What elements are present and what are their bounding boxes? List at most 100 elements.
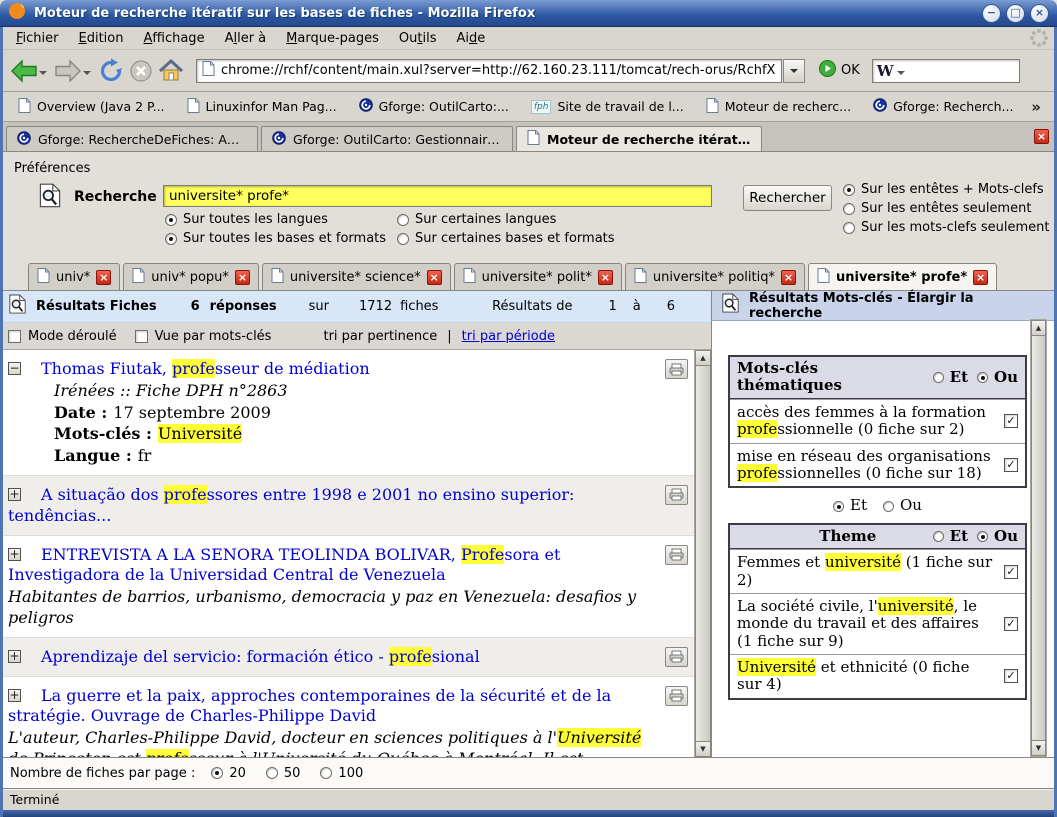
close-button[interactable]: ×	[1030, 4, 1049, 23]
query-tab[interactable]: universite* science*×	[262, 263, 451, 290]
search-engine-dropdown-icon[interactable]	[897, 71, 905, 79]
connector-ou-radio[interactable]: Ou	[883, 497, 922, 514]
scroll-thumb[interactable]	[695, 366, 711, 741]
scroll-down-icon[interactable]: ▼	[1031, 740, 1046, 756]
browser-tab[interactable]: Gforge: OutilCarto: Gestionnaire ...	[261, 126, 513, 151]
close-tab-icon[interactable]: ×	[973, 270, 988, 285]
reload-button[interactable]	[96, 54, 126, 88]
per-page-option[interactable]: 50	[266, 766, 301, 781]
scroll-up-icon[interactable]: ▲	[1031, 320, 1046, 336]
close-tab-button[interactable]: ×	[1034, 129, 1049, 144]
search-submit-button[interactable]: Rechercher	[743, 185, 832, 211]
back-button[interactable]	[8, 54, 52, 88]
close-tab-icon[interactable]: ×	[96, 270, 111, 285]
target-radio-option[interactable]: Sur les entêtes seulement	[843, 201, 1050, 216]
result-title-link[interactable]: La guerre et la paix, approches contempo…	[8, 686, 611, 726]
maximize-button[interactable]: □	[1006, 4, 1025, 23]
result-title-link[interactable]: ENTREVISTA A LA SENORA TEOLINDA BOLIVAR,…	[8, 545, 560, 585]
preferences-menu[interactable]: Préférences	[14, 161, 90, 176]
expand-icon[interactable]: +	[8, 689, 21, 702]
keywords-header: Résultats Mots-clés - Élargir la recherc…	[712, 291, 1057, 321]
go-label[interactable]: OK	[841, 63, 860, 78]
bookmark-item[interactable]: Linuxinfor Man Pag...	[179, 95, 345, 119]
target-radio-option[interactable]: Sur les mots-clefs seulement	[843, 220, 1050, 235]
print-button[interactable]	[665, 485, 688, 505]
print-button[interactable]	[665, 545, 688, 565]
scope-radio-option[interactable]: Sur certaines bases et formats	[397, 231, 615, 246]
forward-button[interactable]	[52, 54, 96, 88]
scope-radio-option[interactable]: Sur toutes les bases et formats	[165, 231, 397, 246]
web-search-input[interactable]: W	[872, 59, 1020, 83]
result-title-link[interactable]: Aprendizaje del servicio: formación étic…	[41, 647, 480, 666]
target-radio-option[interactable]: Sur les entêtes + Mots-clefs	[843, 182, 1050, 197]
collapse-icon[interactable]: −	[8, 362, 21, 375]
per-page-option[interactable]: 100	[320, 766, 363, 781]
print-button[interactable]	[665, 686, 688, 706]
result-title-link[interactable]: Thomas Fiutak, professeur de médiation	[41, 359, 370, 378]
menu-fichier[interactable]: Fichier	[6, 29, 69, 48]
keyword-checkbox[interactable]: ✓	[1004, 669, 1018, 683]
text-segment: de Princeton est	[8, 749, 146, 757]
search-engine-icon[interactable]: W	[877, 62, 894, 80]
menu-aide[interactable]: Aide	[446, 29, 495, 48]
keyword-checkbox[interactable]: ✓	[1004, 565, 1018, 579]
bookmark-item[interactable]: Overview (Java 2 P...	[10, 95, 173, 119]
vue-mots-cles-checkbox[interactable]	[135, 330, 148, 343]
keyword-checkbox[interactable]: ✓	[1004, 458, 1018, 472]
print-button[interactable]	[665, 359, 688, 379]
query-tab[interactable]: universite* polit*×	[454, 263, 622, 290]
menu-outils[interactable]: Outils	[389, 29, 447, 48]
box-ou-radio[interactable]: Ou	[977, 528, 1018, 545]
minimize-button[interactable]: −	[982, 4, 1001, 23]
expand-icon[interactable]: +	[8, 488, 21, 501]
back-dropdown-icon[interactable]	[39, 71, 47, 79]
connector-et-radio[interactable]: Et	[833, 497, 867, 514]
box-et-radio[interactable]: Et	[933, 369, 968, 386]
close-tab-icon[interactable]: ×	[781, 270, 796, 285]
scope-radio-option[interactable]: Sur toutes les langues	[165, 212, 397, 227]
print-button[interactable]	[665, 647, 688, 667]
scroll-up-icon[interactable]: ▲	[695, 350, 711, 366]
results-scrollbar[interactable]: ▲ ▼	[694, 350, 711, 757]
keywords-scrollbar[interactable]: ▲ ▼	[1030, 319, 1047, 757]
go-button[interactable]: OK	[819, 60, 860, 81]
menu-aller[interactable]: Aller à	[215, 29, 277, 48]
query-tab[interactable]: univ*×	[28, 263, 120, 290]
browser-tab[interactable]: Moteur de recherche itératif ...	[516, 126, 762, 151]
keyword-checkbox[interactable]: ✓	[1004, 617, 1018, 631]
forward-dropdown-icon[interactable]	[83, 71, 91, 79]
menu-affichage[interactable]: Affichage	[133, 29, 214, 48]
url-text[interactable]: chrome://rchf/content/main.xul?server=ht…	[221, 63, 776, 78]
search-query-input[interactable]	[163, 185, 712, 207]
bookmark-item[interactable]: Gforge: OutilCarto:...	[351, 95, 517, 118]
query-tab[interactable]: universite* profe*×	[808, 263, 997, 290]
bookmark-item[interactable]: Moteur de recherc...	[698, 95, 859, 119]
result-title-link[interactable]: A situação dos professores entre 1998 e …	[8, 485, 574, 525]
query-tab[interactable]: universite* politiq*×	[625, 263, 805, 290]
query-tab[interactable]: univ* popu*×	[123, 263, 259, 290]
bookmark-item[interactable]: Gforge: Recherch...	[865, 95, 1021, 118]
bookmark-item[interactable]: fphSite de travail de l...	[523, 96, 692, 117]
expand-icon[interactable]: +	[8, 650, 21, 663]
scroll-down-icon[interactable]: ▼	[695, 741, 711, 757]
scroll-thumb[interactable]	[1031, 336, 1046, 740]
close-tab-icon[interactable]: ×	[427, 270, 442, 285]
scope-radio-option[interactable]: Sur certaines langues	[397, 212, 615, 227]
sort-period-link[interactable]: tri par période	[462, 329, 555, 344]
stop-button[interactable]	[126, 54, 156, 88]
browser-tab[interactable]: Gforge: RechercheDeFiches: Adm...	[6, 126, 258, 151]
keyword-checkbox[interactable]: ✓	[1004, 414, 1018, 428]
menu-edition[interactable]: Edition	[69, 29, 134, 48]
box-et-radio[interactable]: Et	[933, 528, 968, 545]
menu-marquepages[interactable]: Marque-pages	[276, 29, 389, 48]
per-page-option[interactable]: 20	[211, 766, 246, 781]
bookmarks-overflow-button[interactable]: »	[1031, 98, 1047, 116]
box-ou-radio[interactable]: Ou	[977, 369, 1018, 386]
close-tab-icon[interactable]: ×	[598, 270, 613, 285]
close-tab-icon[interactable]: ×	[235, 270, 250, 285]
mode-deroule-checkbox[interactable]	[8, 330, 21, 343]
url-bar[interactable]: chrome://rchf/content/main.xul?server=ht…	[196, 59, 782, 83]
url-dropdown-button[interactable]	[783, 59, 805, 83]
home-button[interactable]	[156, 54, 186, 88]
expand-icon[interactable]: +	[8, 548, 21, 561]
